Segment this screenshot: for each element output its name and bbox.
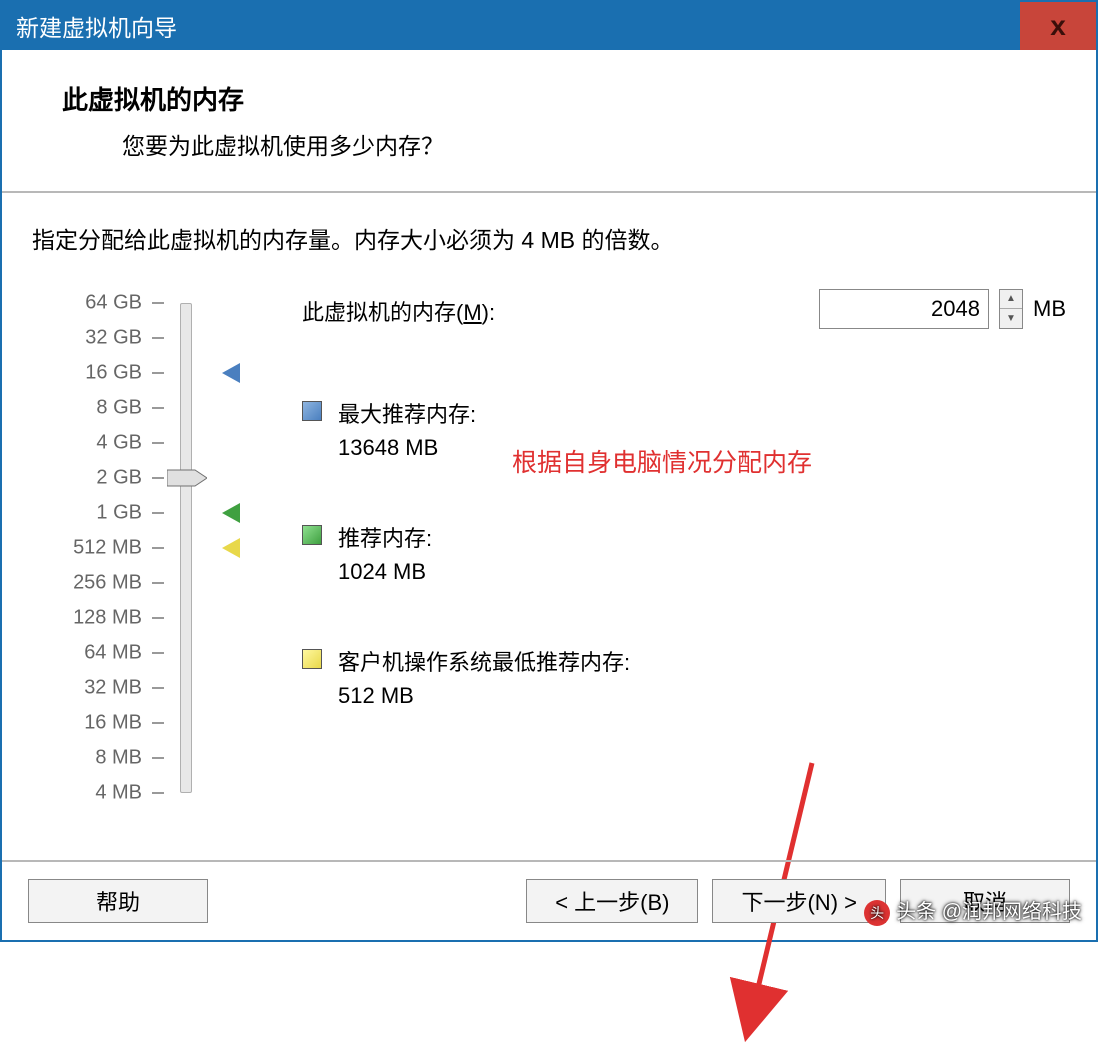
max-memory-label: 最大推荐内存: <box>338 397 476 429</box>
slider-tick-mark <box>152 512 164 514</box>
memory-spin-down[interactable]: ▼ <box>1000 309 1022 328</box>
help-button[interactable]: 帮助 <box>28 879 208 923</box>
rec-memory-pointer-icon <box>222 503 240 523</box>
yellow-swatch-icon <box>302 649 322 669</box>
wizard-window: 新建虚拟机向导 x 此虚拟机的内存 您要为此虚拟机使用多少内存？ 指定分配给此虚… <box>0 0 1098 942</box>
slider-tick-mark <box>152 582 164 584</box>
window-title: 新建虚拟机向导 <box>16 9 177 43</box>
max-memory-value: 13648 MB <box>338 435 476 461</box>
slider-tick-mark <box>152 652 164 654</box>
titlebar: 新建虚拟机向导 x <box>2 2 1096 50</box>
content-area: 指定分配给此虚拟机的内存量。内存大小必须为 4 MB 的倍数。 64 GB 32 … <box>2 193 1096 913</box>
slider-tick-mark <box>152 337 164 339</box>
close-button[interactable]: x <box>1020 2 1096 50</box>
slider-tick-label: 32 MB <box>84 677 142 700</box>
close-icon: x <box>1050 10 1066 42</box>
min-memory-info: 客户机操作系统最低推荐内存: 512 MB <box>302 645 1066 709</box>
max-memory-pointer-icon <box>222 363 240 383</box>
page-subtitle: 您要为此虚拟机使用多少内存？ <box>62 127 1096 161</box>
slider-tick-mark <box>152 442 164 444</box>
slider-tick-label: 4 GB <box>96 432 142 455</box>
slider-tick-mark <box>152 722 164 724</box>
annotation-text: 根据自身电脑情况分配内存 <box>512 443 812 479</box>
slider-tick-label: 4 MB <box>95 782 142 805</box>
slider-track[interactable] <box>180 303 192 793</box>
cancel-button[interactable]: 取消 <box>900 879 1070 923</box>
slider-tick-label: 2 GB <box>96 467 142 490</box>
slider-tick-mark <box>152 757 164 759</box>
slider-tick-mark <box>152 477 164 479</box>
rec-memory-info: 推荐内存: 1024 MB <box>302 521 1066 585</box>
slider-tick-label: 1 GB <box>96 502 142 525</box>
slider-tick-label: 16 GB <box>85 362 142 385</box>
instruction-text: 指定分配给此虚拟机的内存量。内存大小必须为 4 MB 的倍数。 <box>32 221 1066 255</box>
slider-tick-mark <box>152 792 164 794</box>
memory-unit: MB <box>1033 296 1066 322</box>
slider-tick-mark <box>152 617 164 619</box>
slider-tick-label: 256 MB <box>73 572 142 595</box>
slider-tick-mark <box>152 302 164 304</box>
memory-spinner: ▲ ▼ <box>999 289 1023 329</box>
memory-field-label: 此虚拟机的内存(M): <box>302 295 495 327</box>
memory-slider[interactable]: 64 GB 32 GB 16 GB 8 GB 4 GB 2 GB 1 GB 512 MB 256… <box>32 295 252 805</box>
next-button[interactable]: 下一步(N) > <box>712 879 886 923</box>
button-bar: 帮助 < 上一步(B) 下一步(N) > 取消 <box>2 860 1096 940</box>
slider-tick-label: 8 GB <box>96 397 142 420</box>
slider-tick-label: 512 MB <box>73 537 142 560</box>
green-swatch-icon <box>302 525 322 545</box>
slider-tick-mark <box>152 687 164 689</box>
blue-swatch-icon <box>302 401 322 421</box>
slider-tick-label: 64 GB <box>85 292 142 315</box>
slider-tick-label: 32 GB <box>85 327 142 350</box>
rec-memory-label: 推荐内存: <box>338 521 432 553</box>
min-memory-value: 512 MB <box>338 683 630 709</box>
memory-input[interactable] <box>819 289 989 329</box>
slider-tick-mark <box>152 372 164 374</box>
slider-tick-mark <box>152 407 164 409</box>
page-title: 此虚拟机的内存 <box>62 80 1096 117</box>
info-column: 此虚拟机的内存(M): ▲ ▼ MB 最大推荐内存: <box>252 295 1066 709</box>
header-area: 此虚拟机的内存 您要为此虚拟机使用多少内存？ <box>2 50 1096 193</box>
memory-spin-up[interactable]: ▲ <box>1000 290 1022 309</box>
min-memory-pointer-icon <box>222 538 240 558</box>
min-memory-label: 客户机操作系统最低推荐内存: <box>338 645 630 677</box>
rec-memory-value: 1024 MB <box>338 559 432 585</box>
slider-tick-label: 16 MB <box>84 712 142 735</box>
slider-tick-label: 64 MB <box>84 642 142 665</box>
slider-tick-label: 8 MB <box>95 747 142 770</box>
slider-tick-label: 128 MB <box>73 607 142 630</box>
back-button[interactable]: < 上一步(B) <box>526 879 698 923</box>
slider-tick-mark <box>152 547 164 549</box>
